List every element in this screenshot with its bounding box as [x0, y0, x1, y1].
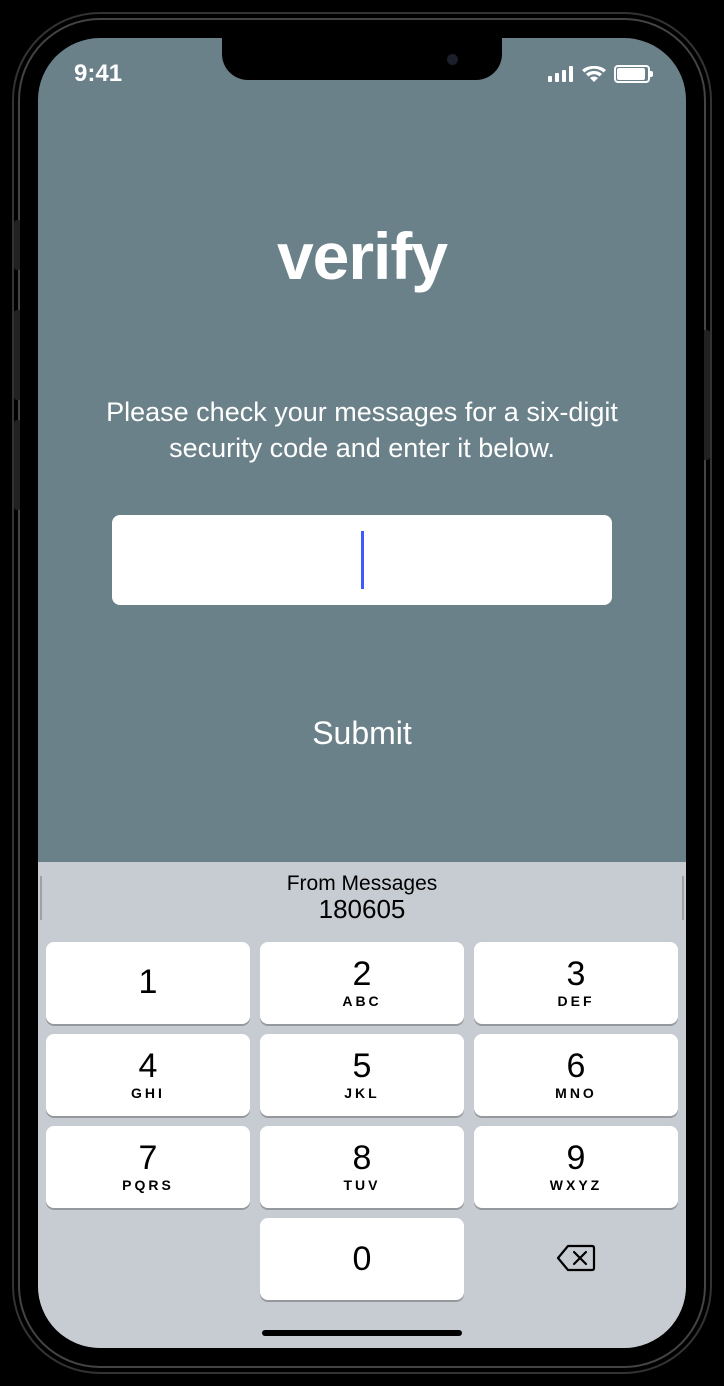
front-camera — [447, 54, 458, 65]
autofill-code-value: 180605 — [319, 895, 406, 924]
key-1[interactable]: 1 — [46, 942, 250, 1024]
key-number: 4 — [139, 1049, 158, 1083]
key-number: 9 — [567, 1141, 586, 1175]
key-7[interactable]: 7 PQRS — [46, 1126, 250, 1208]
key-letters: PQRS — [122, 1177, 174, 1193]
key-4[interactable]: 4 GHI — [46, 1034, 250, 1116]
key-8[interactable]: 8 TUV — [260, 1126, 464, 1208]
key-number: 7 — [139, 1141, 158, 1175]
keyboard: From Messages 180605 1 2 ABC 3 DEF 4 — [38, 862, 686, 1348]
power-button — [704, 330, 710, 460]
key-letters: JKL — [344, 1085, 379, 1101]
key-6[interactable]: 6 MNO — [474, 1034, 678, 1116]
key-number: 2 — [353, 957, 372, 991]
cellular-icon — [548, 66, 574, 82]
security-code-input[interactable] — [112, 515, 612, 605]
key-3[interactable]: 3 DEF — [474, 942, 678, 1024]
key-letters: GHI — [131, 1085, 165, 1101]
key-letters: ABC — [342, 993, 381, 1009]
page-subtitle: Please check your messages for a six-dig… — [68, 394, 656, 467]
key-5[interactable]: 5 JKL — [260, 1034, 464, 1116]
key-letters: WXYZ — [550, 1177, 602, 1193]
key-number: 0 — [353, 1242, 372, 1276]
key-letters: TUV — [344, 1177, 381, 1193]
phone-frame: 9:41 — [20, 20, 704, 1366]
phone-screen: 9:41 — [38, 38, 686, 1348]
input-cursor — [361, 531, 364, 589]
key-number: 6 — [567, 1049, 586, 1083]
key-number: 3 — [567, 957, 586, 991]
side-button — [14, 220, 20, 270]
status-time: 9:41 — [74, 60, 122, 88]
key-letters: MNO — [555, 1085, 597, 1101]
key-letters: DEF — [558, 993, 595, 1009]
volume-down-button — [14, 420, 20, 510]
key-blank — [46, 1218, 250, 1300]
volume-up-button — [14, 310, 20, 400]
key-0[interactable]: 0 — [260, 1218, 464, 1300]
key-number: 1 — [139, 965, 158, 999]
submit-button[interactable]: Submit — [312, 715, 412, 752]
notch — [222, 38, 502, 80]
autofill-source-label: From Messages — [287, 872, 438, 895]
key-2[interactable]: 2 ABC — [260, 942, 464, 1024]
content-area: verify Please check your messages for a … — [38, 98, 686, 862]
key-number: 5 — [353, 1049, 372, 1083]
home-indicator[interactable] — [262, 1330, 462, 1336]
key-number: 8 — [353, 1141, 372, 1175]
keypad: 1 2 ABC 3 DEF 4 GHI 5 JKL — [38, 934, 686, 1300]
battery-icon — [614, 65, 650, 83]
key-backspace[interactable] — [474, 1218, 678, 1300]
backspace-icon — [556, 1244, 596, 1275]
wifi-icon — [582, 66, 606, 82]
page-title: verify — [277, 218, 447, 294]
key-9[interactable]: 9 WXYZ — [474, 1126, 678, 1208]
autofill-suggestion[interactable]: From Messages 180605 — [38, 862, 686, 934]
status-icons — [548, 65, 650, 83]
